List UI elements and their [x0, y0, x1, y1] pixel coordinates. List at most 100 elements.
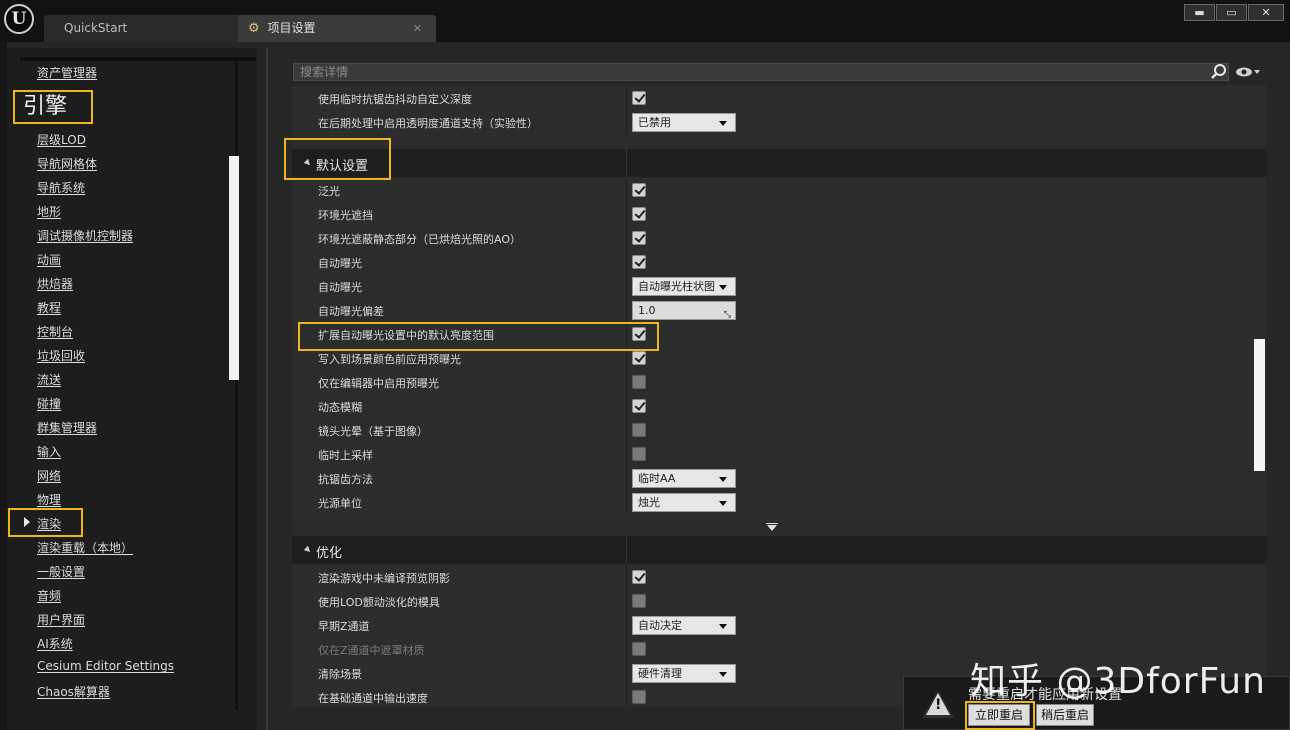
property-label: 镜头光晕（基于图像）	[318, 425, 428, 438]
sidebar-item[interactable]: Chaos解算器	[37, 683, 110, 700]
property-row: 环境光遮挡	[292, 202, 1266, 226]
number-value: 1.0	[638, 304, 656, 317]
property-dropdown[interactable]: 自动决定	[632, 616, 736, 635]
section-title: 优化	[316, 546, 343, 561]
search-icon[interactable]	[1210, 63, 1228, 81]
restart-later-button[interactable]: 稍后重启	[1036, 704, 1094, 726]
property-checkbox[interactable]	[632, 231, 646, 245]
sidebar-item[interactable]: 流送	[37, 371, 61, 388]
property-checkbox[interactable]	[632, 423, 646, 437]
property-label: 临时上采样	[318, 449, 373, 462]
property-row: 环境光遮蔽静态部分（已烘焙光照的AO）	[292, 226, 1266, 250]
show-advanced-button[interactable]	[292, 522, 1266, 534]
sidebar-item[interactable]: 用户界面	[37, 611, 85, 628]
property-checkbox[interactable]	[632, 255, 646, 269]
property-checkbox[interactable]	[632, 399, 646, 413]
property-row: 使用LOD颤动淡化的模具	[292, 589, 1266, 613]
sidebar-item[interactable]: 一般设置	[37, 563, 85, 580]
property-checkbox[interactable]	[632, 351, 646, 365]
tab-project-settings[interactable]: ⚙ 项目设置 ✕	[238, 15, 436, 42]
property-label: 光源单位	[318, 497, 362, 510]
watermark-text: 知乎 @3DforFun	[970, 661, 1266, 702]
property-label: 仅在Z通道中遮罩材质	[318, 644, 425, 657]
sidebar-item[interactable]: Cesium Editor Settings	[37, 659, 174, 673]
sidebar-item[interactable]: 教程	[37, 299, 61, 316]
property-checkbox[interactable]	[632, 375, 646, 389]
property-row: 渲染游戏中未编译预览阴影	[292, 565, 1266, 589]
property-row: 自动曝光 自动曝光柱状图	[292, 274, 1266, 298]
property-row: 使用临时抗锯齿抖动自定义深度	[292, 86, 1266, 110]
property-dropdown[interactable]: 自动曝光柱状图	[632, 277, 736, 296]
property-dropdown[interactable]: 已禁用	[632, 113, 736, 132]
sidebar-active-highlight	[8, 508, 83, 537]
tab-label: 项目设置	[267, 21, 316, 35]
sidebar-item[interactable]: 地形	[37, 203, 61, 220]
property-dropdown[interactable]: 临时AA	[632, 469, 736, 488]
sidebar-item[interactable]: 导航系统	[37, 179, 85, 196]
property-checkbox[interactable]	[632, 570, 646, 584]
sidebar-item[interactable]: 音频	[37, 587, 61, 604]
section-optimization[interactable]: 优化	[292, 536, 1266, 564]
property-label: 使用临时抗锯齿抖动自定义深度	[318, 93, 472, 106]
sidebar-item[interactable]: 动画	[37, 251, 61, 268]
section-default-settings[interactable]: 默认设置	[292, 149, 1266, 177]
property-label: 动态模糊	[318, 401, 362, 414]
sidebar-item[interactable]: AI系统	[37, 635, 73, 652]
property-label: 抗锯齿方法	[318, 473, 373, 486]
maximize-button[interactable]: ▭	[1216, 4, 1247, 21]
expand-down-icon	[767, 525, 777, 531]
property-checkbox[interactable]	[632, 447, 646, 461]
property-label: 环境光遮蔽静态部分（已烘焙光照的AO）	[318, 233, 521, 246]
collapse-arrow-icon	[303, 545, 313, 555]
sidebar-item[interactable]: 垃圾回收	[37, 347, 85, 364]
sidebar-item[interactable]: 调试摄像机控制器	[37, 227, 133, 244]
sidebar-item[interactable]: 物理	[37, 491, 61, 508]
sidebar-item[interactable]: 渲染重载（本地）	[37, 539, 133, 556]
close-window-button[interactable]: ✕	[1248, 4, 1284, 21]
highlight-restart-now	[965, 701, 1035, 730]
sidebar-item[interactable]: 输入	[37, 443, 61, 460]
sidebar-item[interactable]: 烘焙器	[37, 275, 73, 292]
property-label: 自动曝光偏差	[318, 305, 384, 318]
property-label: 在后期处理中启用透明度通道支持（实验性）	[318, 117, 538, 130]
property-label: 早期Z通道	[318, 620, 370, 633]
property-label: 泛光	[318, 185, 340, 198]
property-checkbox[interactable]	[632, 594, 646, 608]
property-row: 在后期处理中启用透明度通道支持（实验性） 已禁用	[292, 110, 1266, 134]
sidebar-item-asset-manager[interactable]: 资产管理器	[37, 64, 97, 81]
property-label: 仅在编辑器中启用预曝光	[318, 377, 439, 390]
property-row: 泛光	[292, 178, 1266, 202]
property-dropdown[interactable]: 烛光	[632, 493, 736, 512]
details-panel: 使用临时抗锯齿抖动自定义深度在后期处理中启用透明度通道支持（实验性） 已禁用 默认…	[292, 85, 1266, 707]
sidebar-item[interactable]: 碰撞	[37, 395, 61, 412]
property-row: 光源单位 烛光	[292, 490, 1266, 514]
sidebar-scrollbar[interactable]	[229, 156, 239, 380]
property-row: 动态模糊	[292, 394, 1266, 418]
property-row: 临时上采样	[292, 442, 1266, 466]
sidebar-item[interactable]: 网络	[37, 467, 61, 484]
property-row: 镜头光晕（基于图像）	[292, 418, 1266, 442]
property-checkbox[interactable]	[632, 183, 646, 197]
close-tab-icon[interactable]: ✕	[413, 15, 422, 42]
sidebar-item[interactable]: 导航网格体	[37, 155, 97, 172]
sidebar-category-engine[interactable]: 引擎	[13, 90, 93, 124]
sidebar-item[interactable]: 控制台	[37, 323, 73, 340]
minimize-button[interactable]: ▬	[1184, 4, 1215, 21]
property-dropdown[interactable]: 硬件清理	[632, 664, 736, 683]
details-scrollbar[interactable]	[1254, 339, 1265, 471]
search-input[interactable]: 搜索详情	[293, 63, 1229, 81]
property-checkbox[interactable]	[632, 207, 646, 221]
eye-icon[interactable]	[1235, 66, 1261, 78]
property-checkbox[interactable]	[632, 91, 646, 105]
property-number-input[interactable]: 1.0 ⤡	[632, 301, 736, 320]
panel-splitter[interactable]	[266, 48, 268, 730]
highlight-extend-exposure-row	[298, 322, 659, 351]
highlight-default-settings	[284, 138, 391, 180]
unreal-logo-icon[interactable]: U	[4, 4, 34, 34]
sidebar-item[interactable]: 群集管理器	[37, 419, 97, 436]
title-bar: U QuickStart ⚙ 项目设置 ✕ ▬ ▭ ✕	[0, 0, 1290, 42]
tab-quickstart[interactable]: QuickStart	[44, 15, 244, 42]
property-checkbox[interactable]	[632, 690, 646, 704]
property-label: 渲染游戏中未编译预览阴影	[318, 572, 450, 585]
sidebar-item[interactable]: 层级LOD	[37, 131, 86, 148]
